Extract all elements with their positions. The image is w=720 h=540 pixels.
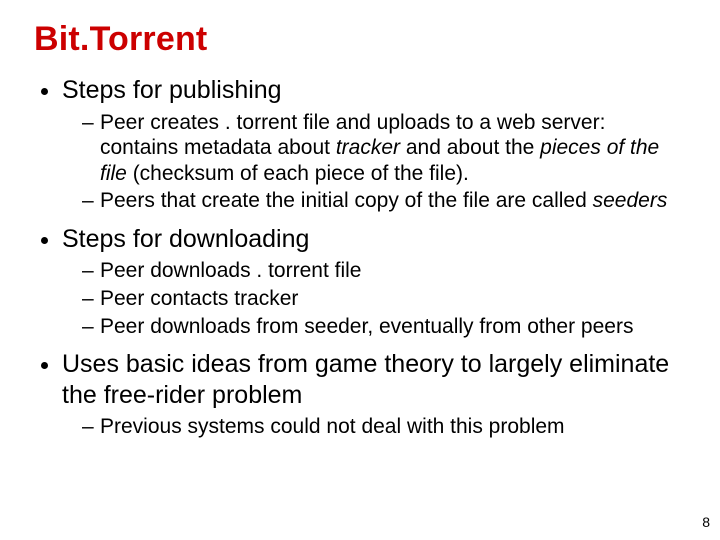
bullet-text: Steps for downloading — [62, 225, 309, 253]
sub-bullet-peer-creates: Peer creates . torrent file and uploads … — [82, 110, 686, 187]
slide-title: Bit.Torrent — [34, 20, 686, 59]
slide: Bit.Torrent Steps for publishing Peer cr… — [0, 0, 720, 540]
sub-bullet-contact-tracker: Peer contacts tracker — [82, 286, 686, 312]
bullet-text: Steps for publishing — [62, 76, 282, 104]
text-part: (checksum of each piece of the file). — [127, 162, 469, 185]
sub-bullet-seeders: Peers that create the initial copy of th… — [82, 188, 686, 214]
text-part: Peers that create the initial copy of th… — [100, 189, 593, 212]
text-part: and about the — [400, 136, 540, 159]
sub-bullet-download-torrent: Peer downloads . torrent file — [82, 258, 686, 284]
sub-bullet-list: Previous systems could not deal with thi… — [62, 414, 686, 440]
italic-tracker: tracker — [336, 136, 400, 159]
bullet-steps-publishing: Steps for publishing Peer creates . torr… — [62, 75, 686, 214]
bullet-text: Uses basic ideas from game theory to lar… — [62, 350, 669, 409]
page-number: 8 — [702, 514, 710, 530]
bullet-game-theory: Uses basic ideas from game theory to lar… — [62, 349, 686, 440]
sub-bullet-list: Peer downloads . torrent file Peer conta… — [62, 258, 686, 339]
sub-bullet-previous-systems: Previous systems could not deal with thi… — [82, 414, 686, 440]
italic-seeders: seeders — [593, 189, 668, 212]
bullet-steps-downloading: Steps for downloading Peer downloads . t… — [62, 224, 686, 339]
sub-bullet-download-seeder: Peer downloads from seeder, eventually f… — [82, 314, 686, 340]
bullet-list: Steps for publishing Peer creates . torr… — [34, 75, 686, 440]
sub-bullet-list: Peer creates . torrent file and uploads … — [62, 110, 686, 214]
